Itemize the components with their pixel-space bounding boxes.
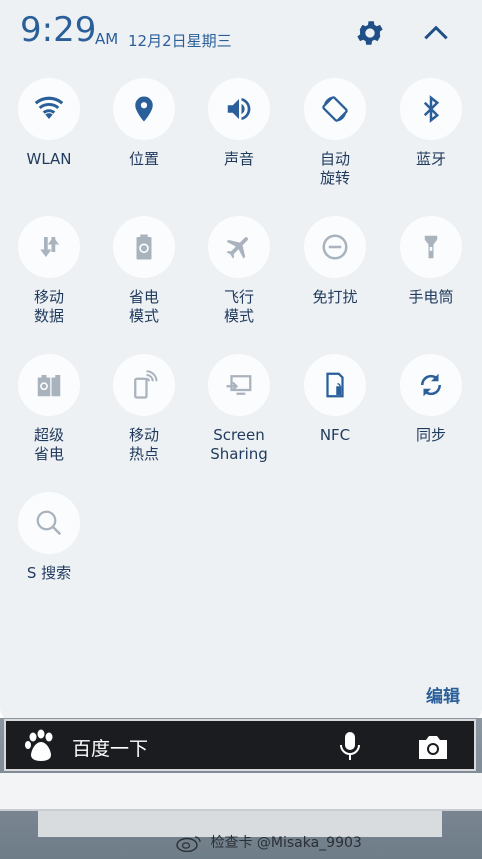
tile-ultra-power-saving-label: 超级 省电	[33, 426, 64, 463]
tile-wlan-button[interactable]	[18, 78, 80, 140]
tile-mobile-data-button[interactable]	[18, 216, 80, 278]
microphone-icon[interactable]	[338, 731, 362, 761]
tile-wlan-label: WLAN	[26, 150, 72, 168]
tile-location[interactable]: 位置	[96, 78, 192, 169]
tile-wlan[interactable]: WLAN	[1, 78, 97, 169]
tile-ultra-power-saving-button[interactable]	[18, 354, 80, 416]
tile-sound-button[interactable]	[208, 78, 270, 140]
tile-do-not-disturb-button[interactable]	[304, 216, 366, 278]
flashlight-icon	[424, 235, 438, 259]
tile-screen-sharing-label: Screen Sharing	[210, 426, 268, 463]
baidu-paw-icon	[25, 729, 53, 761]
clock-time: 9:29	[20, 10, 97, 50]
sound-icon	[227, 98, 251, 120]
s-search-icon	[36, 510, 62, 536]
tile-location-label: 位置	[128, 150, 159, 168]
watermark-text: 检查卡 @Misaka_9903	[210, 835, 362, 851]
baidu-search-widget[interactable]: 百度一下	[4, 719, 476, 771]
tile-flashlight[interactable]: 手电筒	[383, 216, 479, 307]
widget-strip	[0, 773, 482, 811]
tile-bluetooth-button[interactable]	[400, 78, 462, 140]
tile-sync-label: 同步	[415, 426, 446, 444]
tile-power-saving-button[interactable]	[113, 216, 175, 278]
gear-icon[interactable]	[354, 17, 386, 49]
tile-location-button[interactable]	[113, 78, 175, 140]
tile-sound[interactable]: 声音	[191, 78, 287, 169]
power-saving-icon	[136, 234, 152, 260]
status-header: 9:29 AM 12月2日星期三	[0, 0, 482, 62]
tile-mobile-data-label: 移动 数据	[33, 288, 64, 325]
date-text: 12月2日星期三	[128, 32, 232, 50]
tile-hotspot-button[interactable]	[113, 354, 175, 416]
tile-sound-label: 声音	[223, 150, 254, 168]
quick-settings-panel: 9:29 AM 12月2日星期三 WLAN 位置 声音 自动 旋转 蓝牙 移动 …	[0, 0, 482, 722]
clock-ampm: AM	[95, 30, 119, 48]
wifi-icon	[34, 96, 64, 119]
tile-power-saving[interactable]: 省电 模式	[96, 216, 192, 326]
tile-flashlight-label: 手电筒	[408, 288, 454, 306]
weibo-icon	[176, 836, 201, 852]
tile-sync-button[interactable]	[400, 354, 462, 416]
nfc-icon	[326, 372, 344, 398]
tile-do-not-disturb[interactable]: 免打扰	[287, 216, 383, 307]
tile-mobile-data[interactable]: 移动 数据	[1, 216, 97, 326]
edit-button[interactable]: 编辑	[426, 682, 460, 707]
chevron-up-icon[interactable]	[420, 17, 452, 49]
tile-flashlight-button[interactable]	[400, 216, 462, 278]
tile-nfc-button[interactable]	[304, 354, 366, 416]
tile-airplane-label: 飞行 模式	[223, 288, 254, 325]
tile-nfc-label: NFC	[319, 426, 351, 444]
tile-do-not-disturb-label: 免打扰	[312, 288, 358, 306]
location-icon	[135, 96, 153, 122]
tile-hotspot[interactable]: 移动 热点	[96, 354, 192, 464]
rotate-icon	[322, 96, 348, 122]
do-not-disturb-icon	[322, 234, 348, 260]
tile-airplane-button[interactable]	[208, 216, 270, 278]
tile-screen-sharing[interactable]: Screen Sharing	[191, 354, 287, 464]
mobile-data-icon	[40, 237, 59, 257]
camera-icon[interactable]	[416, 733, 450, 761]
tile-power-saving-label: 省电 模式	[128, 288, 159, 325]
tile-auto-rotate-label: 自动 旋转	[319, 150, 350, 187]
baidu-search-text: 百度一下	[72, 738, 149, 760]
tile-bluetooth-label: 蓝牙	[415, 150, 446, 168]
tile-bluetooth[interactable]: 蓝牙	[383, 78, 479, 169]
ultra-power-saving-icon	[37, 375, 61, 397]
tile-auto-rotate[interactable]: 自动 旋转	[287, 78, 383, 188]
tile-s-search-label: S 搜索	[26, 564, 72, 582]
tile-s-search[interactable]: S 搜索	[1, 492, 97, 583]
bluetooth-icon	[423, 95, 440, 123]
tile-airplane[interactable]: 飞行 模式	[191, 216, 287, 326]
tile-ultra-power-saving[interactable]: 超级 省电	[1, 354, 97, 464]
tile-sync[interactable]: 同步	[383, 354, 479, 445]
tile-s-search-button[interactable]	[18, 492, 80, 554]
tile-nfc[interactable]: NFC	[287, 354, 383, 445]
sync-icon	[420, 373, 442, 397]
tile-auto-rotate-button[interactable]	[304, 78, 366, 140]
airplane-icon	[226, 237, 248, 259]
watermark: 检查卡 @Misaka_9903	[176, 832, 362, 852]
tile-hotspot-label: 移动 热点	[128, 426, 159, 463]
hotspot-icon	[134, 370, 158, 399]
screen-sharing-icon	[226, 375, 252, 395]
tile-screen-sharing-button[interactable]	[208, 354, 270, 416]
